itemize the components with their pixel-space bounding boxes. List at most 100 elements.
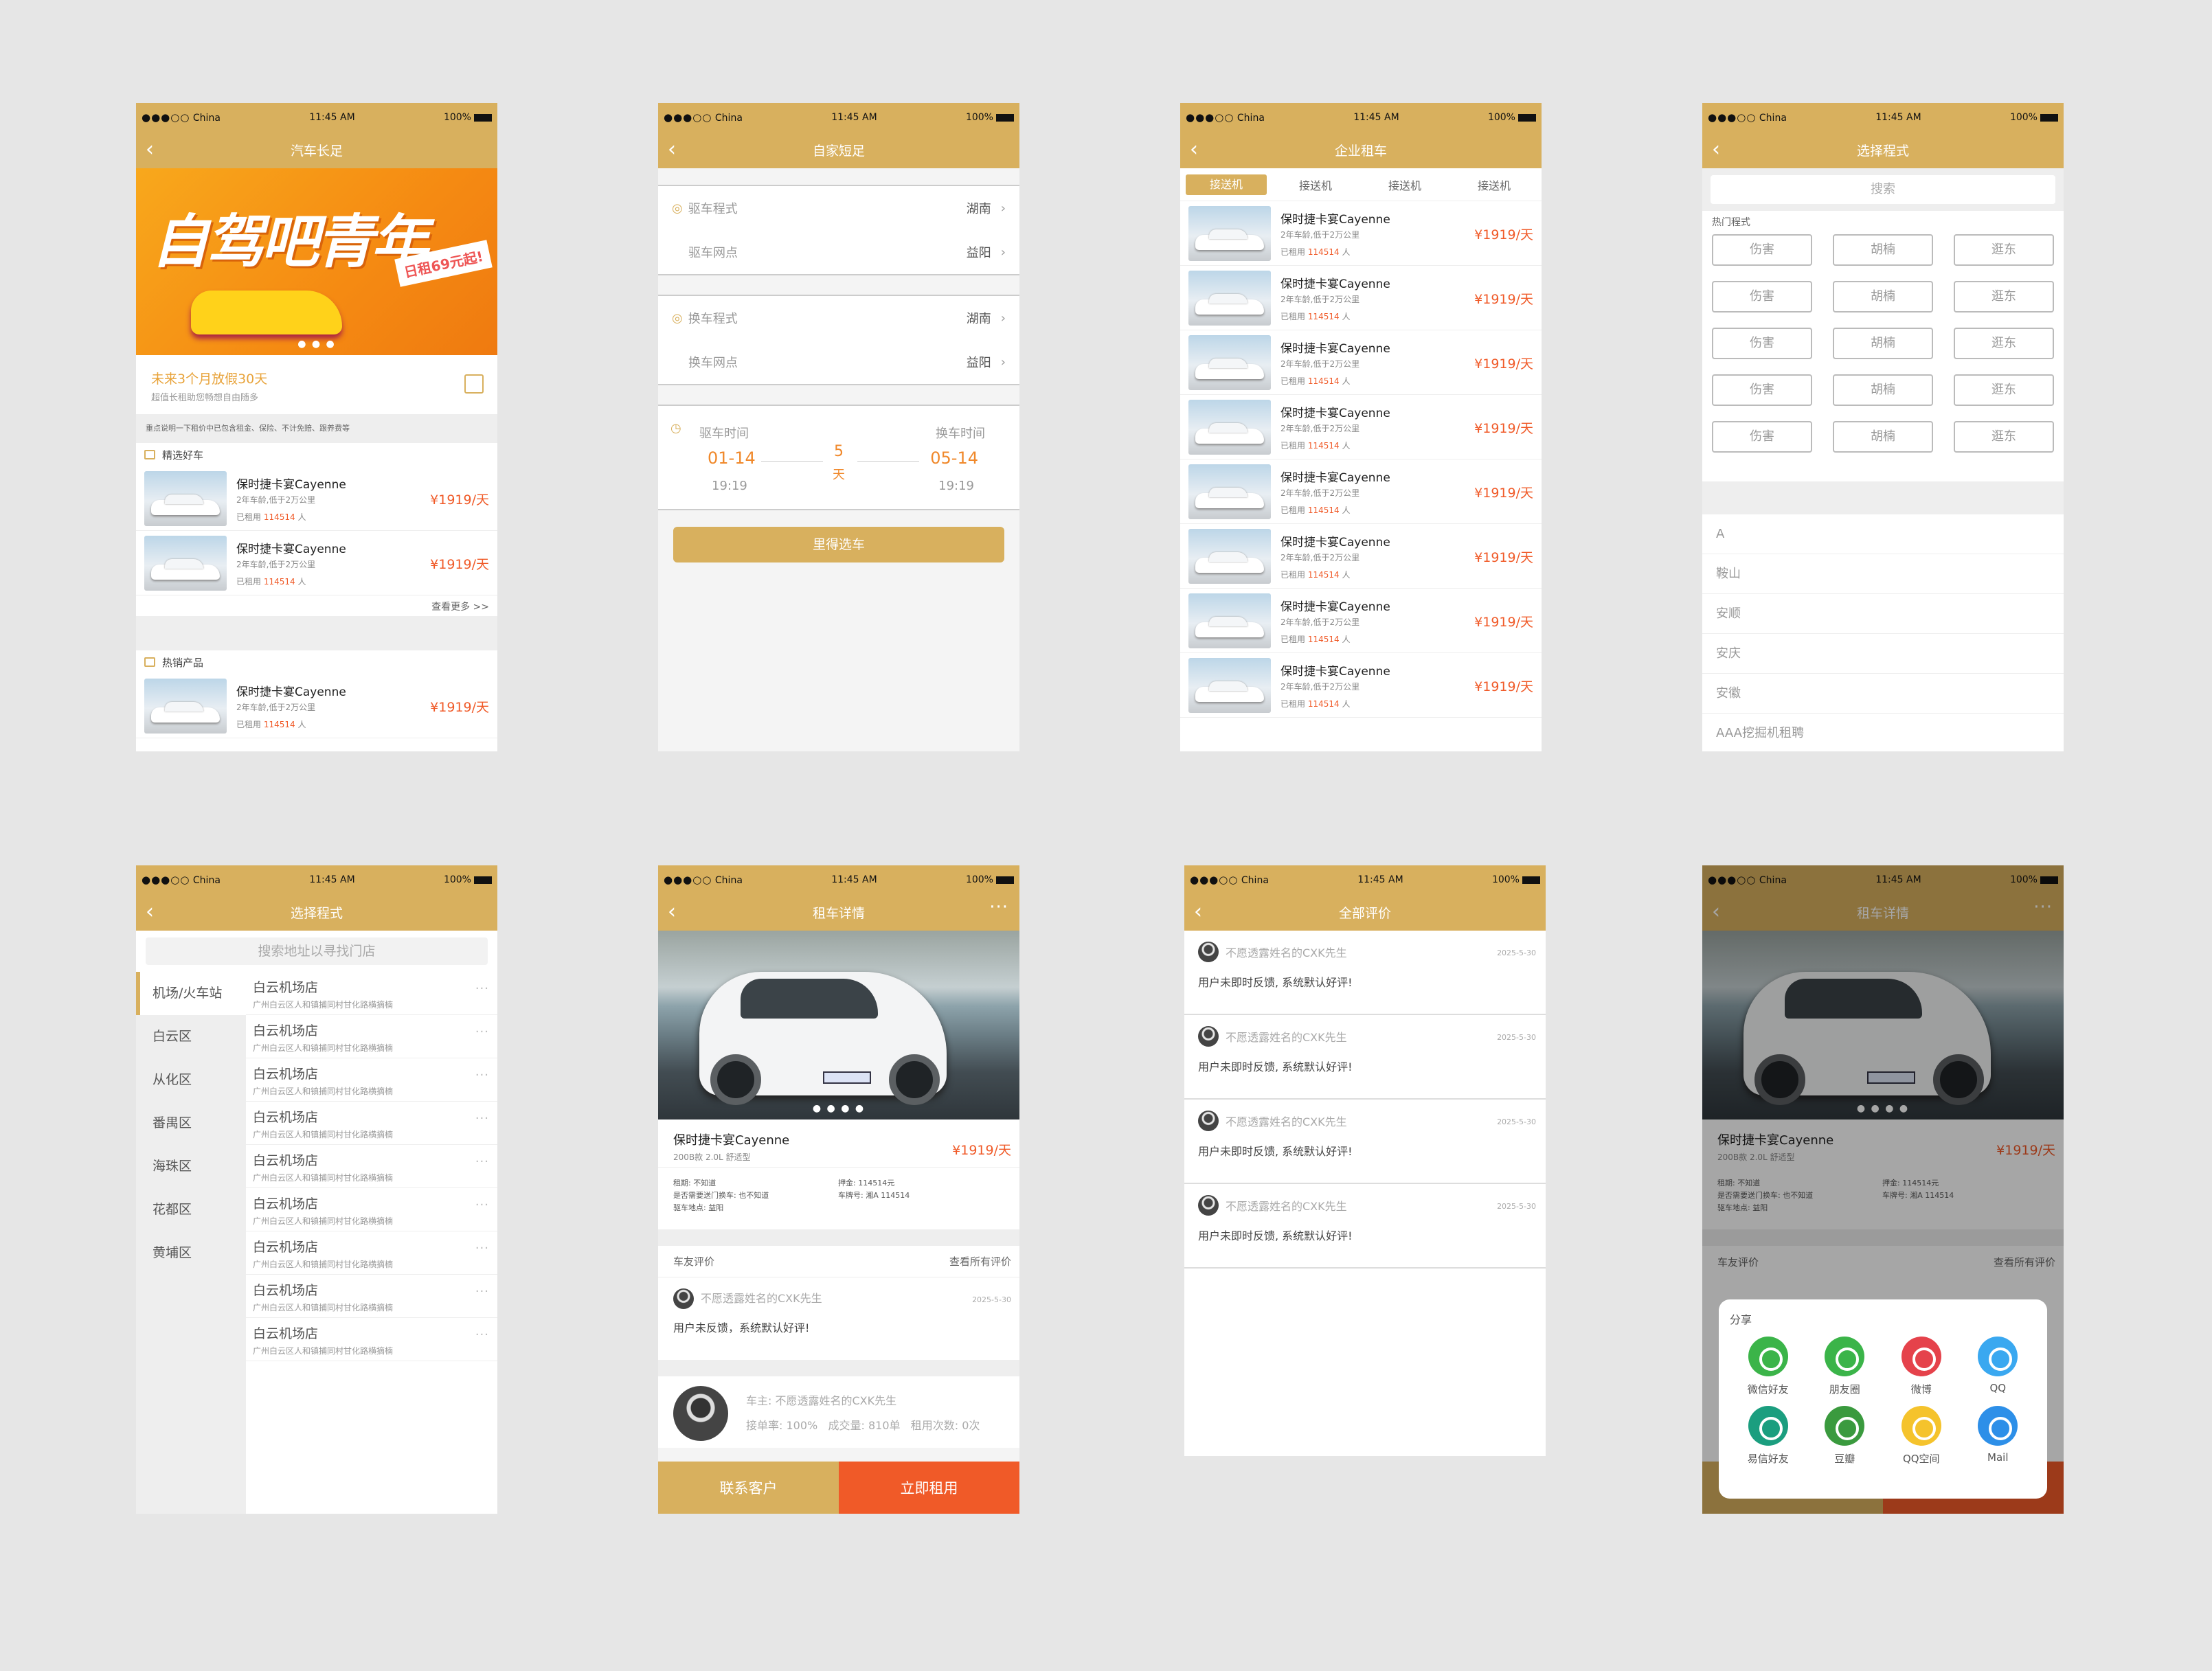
- hot-city-button[interactable]: 逛东: [1954, 281, 2054, 312]
- city-list-item[interactable]: 安顺: [1702, 594, 2064, 634]
- hot-city-button[interactable]: 伤害: [1712, 421, 1812, 453]
- tab-pickup[interactable]: 接送机: [1454, 177, 1535, 193]
- car-item[interactable]: 保时捷卡宴Cayenne 2年车龄,低于2万公里 已租用 114514 人 ¥1919…: [136, 674, 497, 738]
- back-icon[interactable]: ‹: [146, 139, 154, 160]
- share-option[interactable]: QQ空间: [1883, 1406, 1960, 1466]
- car-item[interactable]: 保时捷卡宴Cayenne 2年车龄,低于2万公里 已租用 114514 人 ¥1919…: [1180, 395, 1542, 459]
- city-list-item[interactable]: 安庆: [1702, 634, 2064, 674]
- store-item[interactable]: 白云机场店 广州白云区人和镇捕同村甘化路横摘楠 ···: [246, 972, 497, 1015]
- district-item[interactable]: 从化区: [136, 1058, 246, 1102]
- return-hour[interactable]: 19:19: [938, 479, 974, 493]
- share-option[interactable]: Mail: [1960, 1406, 2037, 1464]
- store-item[interactable]: 白云机场店 广州白云区人和镇捕同村甘化路横摘楠 ···: [246, 1145, 497, 1188]
- more-icon[interactable]: ···: [989, 897, 1008, 918]
- hot-city-button[interactable]: 伤害: [1712, 281, 1812, 312]
- hot-city-button[interactable]: 逛东: [1954, 374, 2054, 406]
- hot-city-button[interactable]: 伤害: [1712, 234, 1812, 266]
- store-item[interactable]: 白云机场店 广州白云区人和镇捕同村甘化路横摘楠 ···: [246, 1231, 497, 1275]
- car-photo[interactable]: ● ● ● ●: [658, 931, 1019, 1119]
- district-item[interactable]: 白云区: [136, 1015, 246, 1058]
- pickup-hour[interactable]: 19:19: [712, 479, 747, 493]
- time-picker[interactable]: ◷ 驱车时间 换车时间 01-14 05-14 5 天 19:19 19:19: [658, 405, 1019, 510]
- more-icon[interactable]: ···: [475, 1198, 489, 1212]
- car-item[interactable]: 保时捷卡宴Cayenne 2年车龄,低于2万公里 已租用 114514 人 ¥1919…: [136, 466, 497, 531]
- view-more-link[interactable]: 查看更多 >>: [136, 595, 497, 616]
- share-option[interactable]: 微信好友: [1730, 1337, 1807, 1396]
- tab-pickup-active[interactable]: 接送机: [1186, 174, 1267, 195]
- more-icon[interactable]: ···: [475, 1068, 489, 1082]
- district-item[interactable]: 机场/火车站: [136, 972, 246, 1015]
- back-icon[interactable]: ‹: [1194, 902, 1202, 922]
- store-item[interactable]: 白云机场店 广州白云区人和镇捕同村甘化路横摘楠 ···: [246, 1188, 497, 1231]
- car-item[interactable]: 保时捷卡宴Cayenne 2年车龄,低于2万公里 已租用 114514 人 ¥1919…: [1180, 459, 1542, 524]
- city-list-item[interactable]: AAA挖掘机租聘: [1702, 714, 2064, 751]
- store-item[interactable]: 白云机场店 广州白云区人和镇捕同村甘化路横摘楠 ···: [246, 1015, 497, 1058]
- tab-pickup[interactable]: 接送机: [1364, 177, 1445, 193]
- back-icon[interactable]: ‹: [668, 902, 676, 922]
- pickup-point-row[interactable]: 驱车网点 益阳 ›: [658, 230, 1019, 274]
- hot-city-button[interactable]: 伤害: [1712, 328, 1812, 359]
- return-date[interactable]: 05-14: [930, 448, 978, 468]
- pickup-city-row[interactable]: ◎ 驱车程式 湖南 ›: [658, 186, 1019, 230]
- return-point-row[interactable]: 换车网点 益阳 ›: [658, 340, 1019, 384]
- pickup-date[interactable]: 01-14: [708, 448, 756, 468]
- more-icon[interactable]: ···: [475, 1328, 489, 1342]
- search-input[interactable]: 搜索: [1711, 175, 2055, 204]
- more-icon[interactable]: ···: [475, 981, 489, 996]
- hot-city-button[interactable]: 逛东: [1954, 328, 2054, 359]
- promo[interactable]: 未来3个月放假30天 超值长租助您畅想自由随多: [136, 355, 497, 414]
- more-icon[interactable]: ···: [475, 1025, 489, 1039]
- store-item[interactable]: 白云机场店 广州白云区人和镇捕同村甘化路横摘楠 ···: [246, 1275, 497, 1318]
- district-item[interactable]: 花都区: [136, 1188, 246, 1231]
- hot-city-button[interactable]: 胡楠: [1833, 374, 1933, 406]
- share-option[interactable]: QQ: [1960, 1337, 2037, 1394]
- tab-pickup[interactable]: 接送机: [1275, 177, 1356, 193]
- store-item[interactable]: 白云机场店 广州白云区人和镇捕同村甘化路横摘楠 ···: [246, 1318, 497, 1361]
- share-option[interactable]: 豆瓣: [1807, 1406, 1884, 1466]
- hot-city-button[interactable]: 逛东: [1954, 234, 2054, 266]
- district-item[interactable]: 海珠区: [136, 1145, 246, 1188]
- car-item[interactable]: 保时捷卡宴Cayenne 2年车龄,低于2万公里 已租用 114514 人 ¥1919…: [1180, 653, 1542, 718]
- more-icon[interactable]: ···: [475, 1111, 489, 1126]
- contact-button[interactable]: 联系客户: [658, 1462, 839, 1514]
- more-icon[interactable]: ···: [475, 1284, 489, 1299]
- district-item[interactable]: 黄埔区: [136, 1231, 246, 1275]
- more-icon[interactable]: ···: [475, 1241, 489, 1255]
- hot-city-button[interactable]: 胡楠: [1833, 234, 1933, 266]
- car-item[interactable]: 保时捷卡宴Cayenne 2年车龄,低于2万公里 已租用 114514 人 ¥1919…: [1180, 589, 1542, 653]
- choose-car-button[interactable]: 里得选车: [673, 527, 1004, 562]
- hot-city-button[interactable]: 逛东: [1954, 421, 2054, 453]
- car-item[interactable]: 保时捷卡宴Cayenne 2年车龄,低于2万公里 已租用 114514 人 ¥1919…: [136, 531, 497, 595]
- city-list-item[interactable]: 鞍山: [1702, 554, 2064, 594]
- return-city-row[interactable]: ◎ 换车程式 湖南 ›: [658, 296, 1019, 340]
- car-item[interactable]: 保时捷卡宴Cayenne 2年车龄,低于2万公里 已租用 114514 人 ¥1919…: [1180, 524, 1542, 589]
- hot-city-button[interactable]: 胡楠: [1833, 328, 1933, 359]
- district-item[interactable]: 番禺区: [136, 1102, 246, 1145]
- gift-icon[interactable]: [464, 374, 484, 394]
- search-input[interactable]: 搜索地址以寻找门店: [146, 937, 488, 965]
- back-icon[interactable]: ‹: [146, 902, 154, 922]
- share-option[interactable]: 易信好友: [1730, 1406, 1807, 1466]
- owner-card[interactable]: 车主: 不愿透露姓名的CXK先生 接单率: 100% 成交量: 810单 租用次…: [658, 1376, 1019, 1448]
- hot-city-grid: 伤害 胡楠 逛东 伤害 胡楠 逛东 伤害 胡楠 逛东 伤害 胡楠 逛东 伤害 胡楠 逛东: [1712, 234, 2054, 453]
- hot-city-button[interactable]: 胡楠: [1833, 281, 1933, 312]
- car-item[interactable]: 保时捷卡宴Cayenne 2年车龄,低于2万公里 已租用 114514 人 ¥1919…: [1180, 330, 1542, 395]
- more-icon[interactable]: ···: [475, 1155, 489, 1169]
- car-item[interactable]: 保时捷卡宴Cayenne 2年车龄,低于2万公里 已租用 114514 人 ¥1919…: [1180, 266, 1542, 330]
- hot-city-button[interactable]: 伤害: [1712, 374, 1812, 406]
- share-option[interactable]: 微博: [1883, 1337, 1960, 1396]
- city-list-item[interactable]: 安徽: [1702, 674, 2064, 714]
- back-icon[interactable]: ‹: [668, 139, 676, 160]
- share-option[interactable]: 朋友圈: [1807, 1337, 1884, 1396]
- rent-now-button[interactable]: 立即租用: [839, 1462, 1019, 1514]
- store-item[interactable]: 白云机场店 广州白云区人和镇捕同村甘化路横摘楠 ···: [246, 1058, 497, 1102]
- banner[interactable]: 自驾吧青年 日租69元起! ● ● ●: [136, 168, 497, 355]
- city-list-item[interactable]: A: [1702, 514, 2064, 554]
- store-item[interactable]: 白云机场店 广州白云区人和镇捕同村甘化路横摘楠 ···: [246, 1102, 497, 1145]
- car-item[interactable]: 保时捷卡宴Cayenne 2年车龄,低于2万公里 已租用 114514 人 ¥1919…: [1180, 201, 1542, 266]
- back-icon[interactable]: ‹: [1712, 139, 1720, 160]
- back-icon[interactable]: ‹: [1190, 139, 1198, 160]
- hot-city-button[interactable]: 胡楠: [1833, 421, 1933, 453]
- view-all-reviews-link[interactable]: 查看所有评价: [949, 1254, 1011, 1269]
- store-name: 白云机场店: [253, 1240, 319, 1255]
